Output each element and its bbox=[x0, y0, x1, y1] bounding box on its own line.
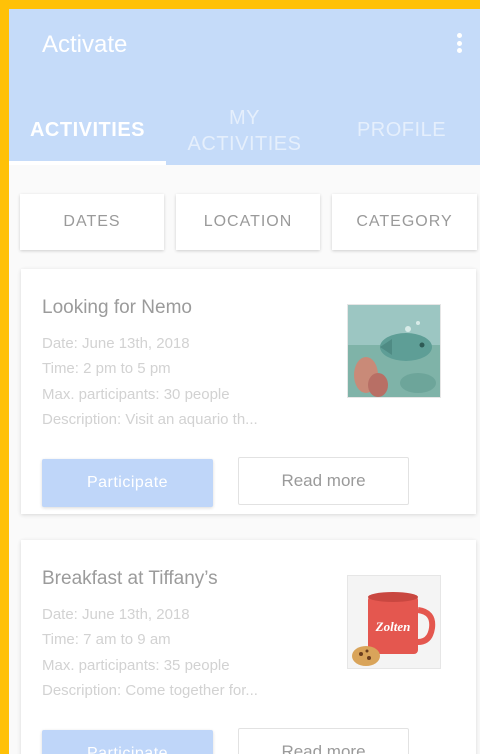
tab-indicator bbox=[9, 161, 166, 165]
aquarium-illustration bbox=[348, 305, 440, 397]
coffee-mug-image: Zolten bbox=[347, 575, 441, 669]
mug-logo-text: Zolten bbox=[375, 619, 411, 634]
coffee-mug-illustration: Zolten bbox=[348, 576, 440, 668]
participate-button[interactable]: Participate bbox=[42, 459, 213, 507]
filter-bar: DATES LOCATION CATEGORY bbox=[9, 194, 480, 252]
dates-filter-button[interactable]: DATES bbox=[20, 194, 164, 250]
activity-card: Looking for Nemo Date: June 13th, 2018 T… bbox=[21, 269, 476, 514]
activity-title: Breakfast at Tiffany’s bbox=[42, 568, 218, 589]
read-more-button[interactable]: Read more bbox=[238, 728, 409, 754]
activity-title: Looking for Nemo bbox=[42, 297, 192, 318]
activity-date: Date: June 13th, 2018 bbox=[42, 606, 190, 623]
tab-bar: ACTIVITIES MY ACTIVITIES PROFILE bbox=[9, 95, 480, 165]
activity-description: Description: Visit an aquario th... bbox=[42, 411, 258, 428]
app-title: Activate bbox=[42, 31, 128, 58]
tab-my-activities[interactable]: MY ACTIVITIES bbox=[166, 95, 323, 165]
tab-profile[interactable]: PROFILE bbox=[323, 95, 480, 165]
activity-date: Date: June 13th, 2018 bbox=[42, 335, 190, 352]
tab-my-activities-label: MY ACTIVITIES bbox=[187, 107, 302, 155]
aquarium-image bbox=[347, 304, 441, 398]
app-screen: Activate ACTIVITIES MY ACTIVITIES PROFIL… bbox=[9, 9, 480, 754]
tab-activities[interactable]: ACTIVITIES bbox=[9, 95, 166, 165]
activity-description: Description: Come together for... bbox=[42, 682, 258, 699]
app-bar: Activate ACTIVITIES MY ACTIVITIES PROFIL… bbox=[9, 9, 480, 165]
participate-button[interactable]: Participate bbox=[42, 730, 213, 754]
location-filter-button[interactable]: LOCATION bbox=[176, 194, 320, 250]
activity-participants: Max. participants: 30 people bbox=[42, 386, 230, 403]
activity-participants: Max. participants: 35 people bbox=[42, 657, 230, 674]
more-vert-icon[interactable] bbox=[452, 29, 466, 57]
activity-time: Time: 7 am to 9 am bbox=[42, 631, 171, 648]
category-filter-button[interactable]: CATEGORY bbox=[332, 194, 477, 250]
activity-time: Time: 2 pm to 5 pm bbox=[42, 360, 171, 377]
activity-card: Breakfast at Tiffany’s Date: June 13th, … bbox=[21, 540, 476, 754]
read-more-button[interactable]: Read more bbox=[238, 457, 409, 505]
